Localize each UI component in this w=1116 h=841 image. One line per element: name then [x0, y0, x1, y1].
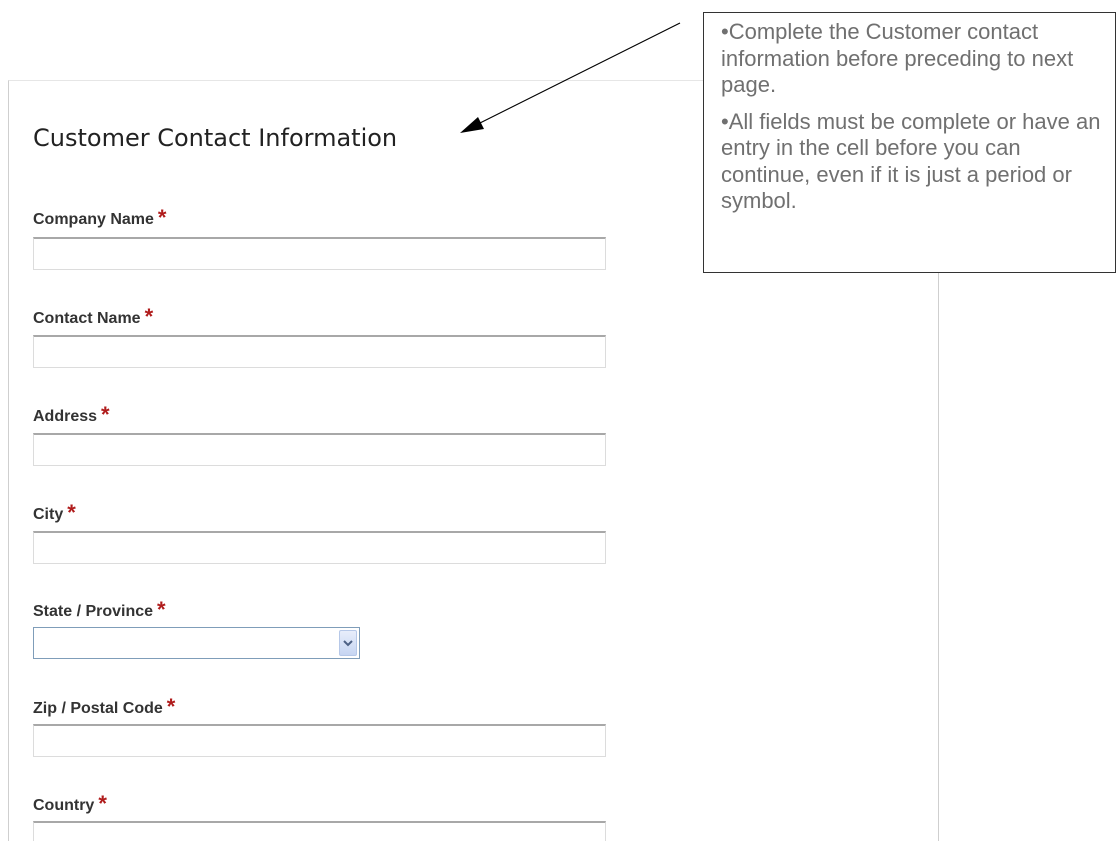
required-marker: *: [166, 694, 176, 719]
callout-bullet: •Complete the Customer contact informati…: [721, 19, 1074, 97]
state-province-select[interactable]: [33, 627, 360, 659]
zip-postal-code-label: Zip / Postal Code *: [33, 694, 176, 719]
address-input[interactable]: [33, 433, 606, 466]
callout-bullet: •All fields must be complete or have an …: [721, 108, 1101, 214]
company-name-input[interactable]: [33, 237, 606, 270]
dropdown-button[interactable]: [339, 630, 357, 656]
screenshot-stage: Customer Contact Information Company Nam…: [0, 0, 1116, 841]
contact-name-label: Contact Name *: [33, 304, 154, 329]
required-marker: *: [67, 500, 76, 525]
required-marker: *: [101, 402, 110, 427]
required-marker: *: [144, 304, 154, 329]
required-marker: *: [157, 205, 167, 230]
required-marker: *: [157, 597, 166, 622]
required-marker: *: [98, 791, 107, 816]
city-input[interactable]: [33, 531, 606, 564]
state-province-label: State / Province *: [33, 597, 166, 622]
zip-postal-code-input[interactable]: [33, 724, 606, 757]
city-label: City *: [33, 500, 76, 525]
contact-name-input[interactable]: [33, 335, 606, 368]
country-label: Country *: [33, 791, 107, 816]
country-input[interactable]: [33, 821, 606, 841]
instruction-callout: •Complete the Customer contact informati…: [703, 12, 1116, 273]
form-title: Customer Contact Information: [33, 124, 398, 152]
chevron-down-icon: [343, 640, 353, 647]
address-label: Address *: [33, 402, 110, 427]
company-name-label: Company Name *: [33, 205, 167, 230]
